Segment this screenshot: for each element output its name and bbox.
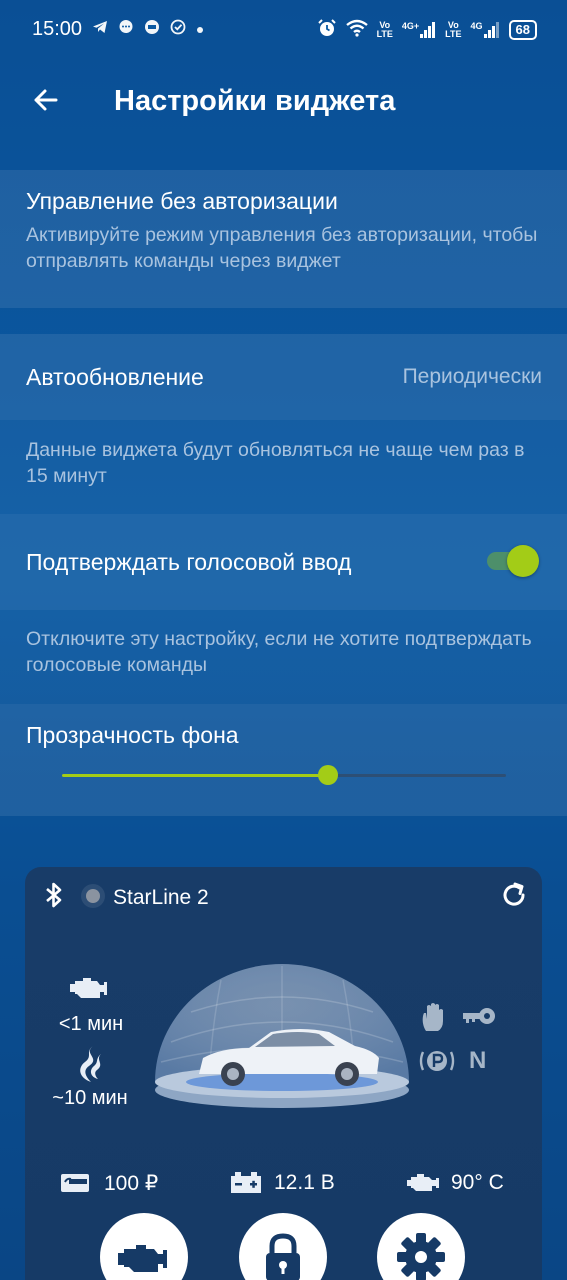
toggle-knob [507,545,539,577]
lock-icon [266,1233,300,1280]
settings-button[interactable] [377,1213,465,1280]
voice-confirm-hint: Отключите эту настройку, если не хотите … [26,628,532,676]
car-security-dome [151,962,413,1112]
heater-flame-icon [73,1044,109,1084]
no-auth-subtitle: Активируйте режим управления без авториз… [26,224,538,272]
widget-header: StarLine 2 [25,867,542,925]
balance-value: 100 ₽ [104,1172,159,1195]
dot-icon [196,21,204,39]
autoupdate-hint: Данные виджета будут обновляться не чаще… [26,439,525,487]
engine-icon [118,1245,167,1272]
no-auth-title: Управление без авторизации [26,188,338,214]
slider-fill [62,774,329,777]
engine-start-button[interactable] [100,1213,188,1280]
transparency-title: Прозрачность фона [26,722,239,748]
connection-status-dot [81,884,105,908]
mail-badge-icon [144,19,160,40]
voice-confirm-title: Подтверждать голосовой ввод [26,549,352,575]
chat-bubble-icon [118,19,134,40]
slider-thumb[interactable] [318,765,339,785]
engine-time: <1 мин [58,1013,124,1035]
transparency-slider[interactable] [62,760,506,790]
refresh-icon[interactable] [500,881,528,909]
app-bar: Настройки виджета [0,70,567,134]
signal-icon-1: 4G+ [402,21,436,38]
autoupdate-hint-block: Данные виджета будут обновляться не чаще… [0,420,567,514]
telegram-icon [92,20,108,39]
voice-confirm-hint-block: Отключите эту настройку, если не хотите … [0,610,567,704]
lock-button[interactable] [239,1213,327,1280]
widget-preview: StarLine 2 <1 мин ~10 мин N 100 ₽ 12.1 В… [25,867,542,1280]
heater-time: ~10 мин [52,1087,128,1109]
autoupdate-title: Автообновление [26,364,204,390]
hand-brake-icon [421,1001,447,1033]
battery-voltage-icon [229,1171,263,1197]
wifi-icon [345,19,368,40]
status-right: Vo LTE 4G+ Vo LTE 4G 68 [317,18,537,41]
page-title: Настройки виджета [114,85,396,117]
autoupdate-setting[interactable]: Автообновление Периодически [0,334,567,420]
back-arrow-icon[interactable] [30,84,62,116]
voltage-value: 12.1 В [274,1171,335,1194]
balance-card-icon [59,1170,91,1196]
autoupdate-value[interactable]: Периодически [403,365,542,389]
signal-icon-2: 4G [471,21,500,38]
parking-icon [419,1048,455,1074]
battery-indicator: 68 [508,19,537,40]
engine-temp-value: 90° С [451,1171,504,1194]
voice-confirm-toggle[interactable] [485,545,539,577]
device-name: StarLine 2 [113,886,209,909]
check-circle-icon [170,19,186,40]
gear-icon [397,1233,445,1280]
no-auth-setting[interactable]: Управление без авторизации Активируйте р… [0,170,567,308]
engine-icon [69,973,109,1003]
volte-indicator-2: Vo LTE [445,19,462,39]
volte-indicator-1: Vo LTE [376,19,393,39]
status-bar: 15:00 Vo LTE 4G+ Vo LTE 4G 68 [0,0,567,60]
status-time: 15:00 [32,18,83,40]
bluetooth-icon [43,881,65,909]
voice-confirm-setting[interactable]: Подтверждать голосовой ввод [0,514,567,610]
alarm-icon [317,18,337,41]
key-icon [462,1005,496,1027]
status-left: 15:00 [32,18,204,41]
engine-temp-icon [406,1170,440,1196]
gear-indicator: N [469,1047,487,1074]
